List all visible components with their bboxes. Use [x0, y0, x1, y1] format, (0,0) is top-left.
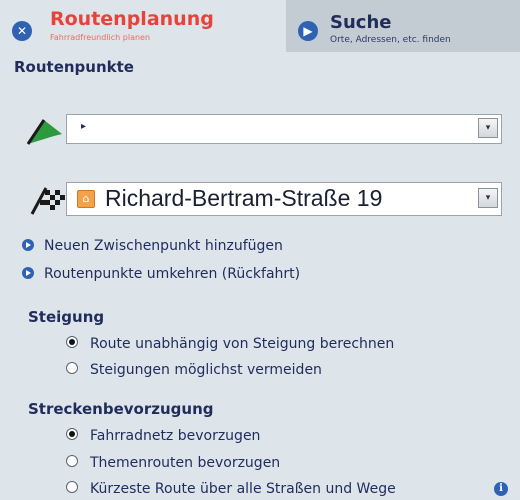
arrow-right-icon: ▶ — [298, 21, 318, 41]
end-point-value: Richard-Bertram-Straße 19 — [105, 185, 383, 211]
reverse-waypoints-link[interactable]: Routenpunkte umkehren (Rückfahrt) — [22, 266, 300, 282]
info-icon[interactable]: i — [494, 482, 508, 496]
preference-option-label: Kürzeste Route über alle Straßen und Weg… — [90, 481, 396, 497]
route-tab-subtitle: Fahrradfreundlich planen — [50, 33, 151, 42]
start-point-input[interactable]: ▸ ▾ — [66, 114, 502, 144]
chevron-down-icon: ▾ — [485, 193, 491, 203]
preference-option-label: Fahrradnetz bevorzugen — [90, 428, 261, 444]
radio-unselected[interactable] — [66, 455, 78, 467]
incline-option-label: Route unabhängig von Steigung berechnen — [90, 336, 395, 352]
preference-option-label: Themenrouten bevorzugen — [90, 455, 281, 471]
caret-icon: ▸ — [81, 121, 87, 132]
waypoints-heading: Routenpunkte — [14, 58, 134, 76]
tab-routenplanung[interactable]: ✕ Routenplanung Fahrradfreundlich planen — [0, 0, 286, 52]
incline-heading: Steigung — [28, 308, 105, 326]
search-tab-title: Suche — [330, 12, 392, 33]
end-dropdown-button[interactable]: ▾ — [478, 188, 498, 208]
tab-bar: ✕ Routenplanung Fahrradfreundlich planen… — [0, 0, 520, 52]
radio-unselected[interactable] — [66, 481, 78, 493]
chevron-down-icon: ▾ — [485, 123, 491, 133]
preference-option-shortest[interactable]: Kürzeste Route über alle Straßen und Weg… — [66, 481, 396, 497]
finish-flag-icon — [30, 187, 65, 215]
incline-option-label: Steigungen möglichst vermeiden — [90, 362, 322, 378]
radio-selected[interactable] — [66, 336, 78, 348]
end-point-input[interactable]: ⌂ Richard-Bertram-Straße 19 ▾ — [66, 182, 502, 216]
start-flag-icon — [26, 119, 62, 145]
close-icon[interactable]: ✕ — [12, 21, 32, 41]
preference-option-theme-routes[interactable]: Themenrouten bevorzugen — [66, 455, 280, 471]
add-intermediate-point-link[interactable]: Neuen Zwischenpunkt hinzufügen — [22, 238, 283, 254]
bullet-arrow-icon — [22, 267, 34, 279]
bullet-arrow-icon — [22, 239, 34, 251]
add-intermediate-label: Neuen Zwischenpunkt hinzufügen — [44, 238, 283, 254]
preference-heading: Streckenbevorzugung — [28, 400, 214, 418]
incline-option-avoid[interactable]: Steigungen möglichst vermeiden — [66, 362, 322, 378]
home-icon: ⌂ — [77, 190, 95, 208]
route-tab-title: Routenplanung — [50, 8, 214, 30]
reverse-waypoints-label: Routenpunkte umkehren (Rückfahrt) — [44, 266, 301, 282]
incline-option-ignore[interactable]: Route unabhängig von Steigung berechnen — [66, 336, 394, 352]
preference-option-bike-network[interactable]: Fahrradnetz bevorzugen — [66, 428, 260, 444]
radio-selected[interactable] — [66, 428, 78, 440]
radio-unselected[interactable] — [66, 362, 78, 374]
search-tab-subtitle: Orte, Adressen, etc. finden — [330, 35, 451, 45]
start-dropdown-button[interactable]: ▾ — [478, 118, 498, 138]
